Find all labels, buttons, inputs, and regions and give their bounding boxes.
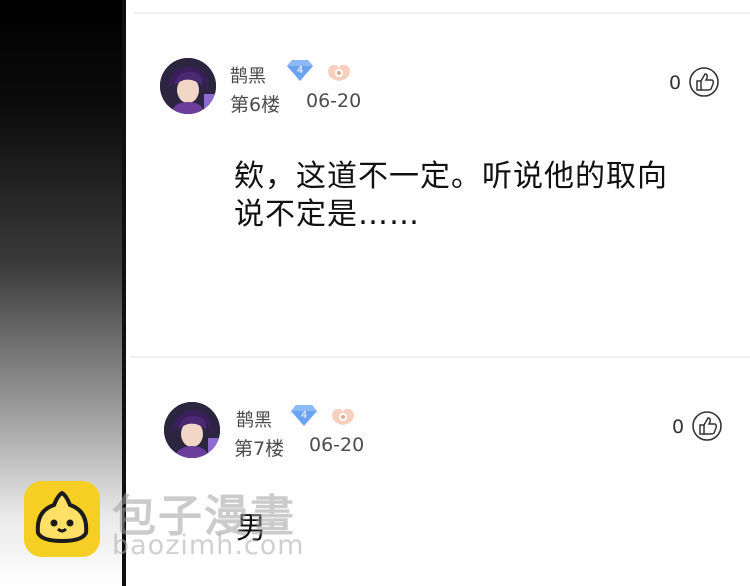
avatar[interactable]	[164, 402, 220, 458]
username[interactable]: 鹊黑	[236, 406, 272, 432]
diamond-icon: 4	[291, 405, 317, 426]
username[interactable]: 鹊黑	[230, 62, 266, 88]
comment-date: 06-20	[309, 434, 365, 456]
divider	[134, 12, 750, 14]
like-button[interactable]	[691, 410, 723, 446]
like-button[interactable]	[688, 66, 720, 102]
floor-number: 第7楼	[234, 438, 285, 460]
peach-badge	[326, 61, 352, 87]
thumbs-up-icon	[689, 67, 719, 97]
level-badge: 4	[290, 403, 318, 431]
watermark: 包子漫畫 baozimh.com	[24, 478, 324, 568]
thumbs-up-icon	[692, 411, 722, 441]
like-count: 0	[672, 416, 685, 438]
bun-logo-icon	[24, 481, 100, 557]
level-number: 4	[301, 410, 307, 421]
comment-text: 欸，这道不一定。听说他的取向 说不定是……	[234, 158, 668, 234]
divider	[130, 356, 750, 358]
comment-date: 06-20	[306, 90, 362, 112]
like-count: 0	[669, 72, 682, 94]
comment-line: 说不定是……	[234, 197, 420, 232]
comment-line: 欸，这道不一定。听说他的取向	[234, 159, 668, 194]
peach-badge	[330, 405, 356, 431]
watermark-url: baozimh.com	[112, 530, 305, 561]
peach-icon	[328, 64, 350, 81]
level-badge: 4	[286, 58, 314, 86]
floor-number: 第6楼	[230, 94, 281, 116]
diamond-icon: 4	[287, 60, 313, 81]
level-number: 4	[297, 65, 303, 76]
peach-icon	[332, 408, 354, 425]
avatar[interactable]	[160, 58, 216, 114]
